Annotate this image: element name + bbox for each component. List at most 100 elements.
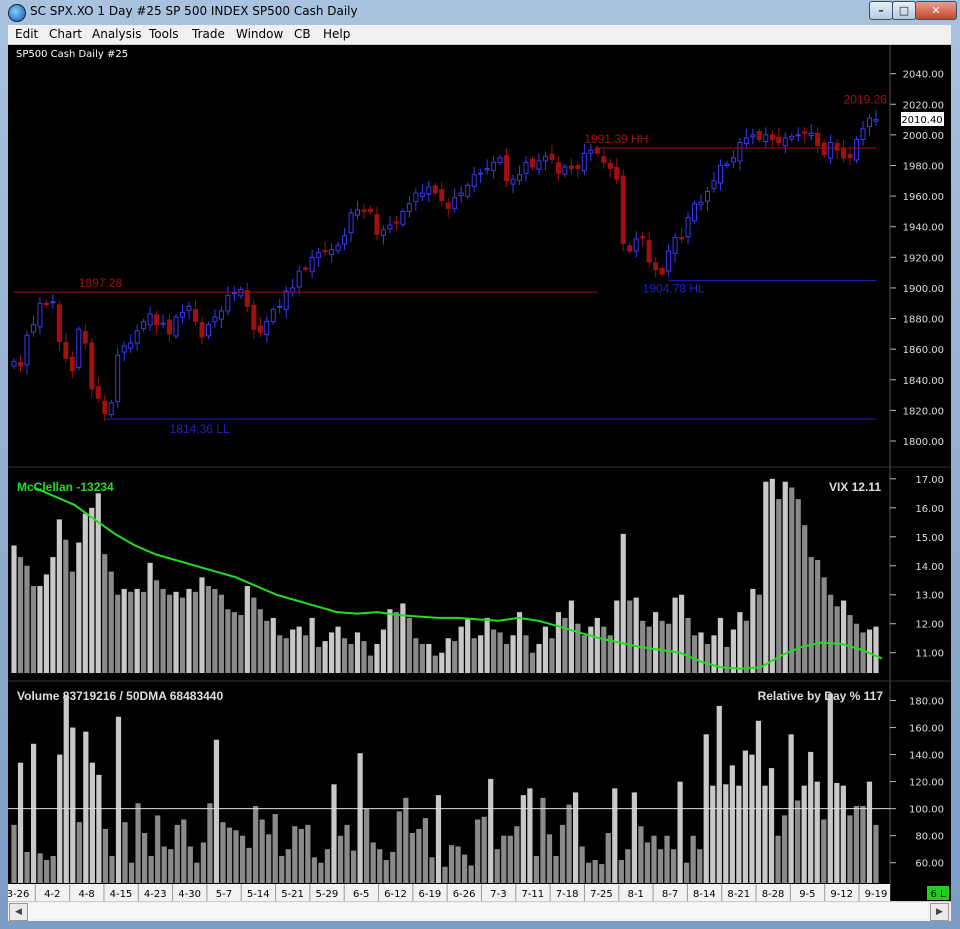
volume-bar	[605, 832, 611, 883]
vix-bar	[102, 554, 108, 673]
vix-bar	[244, 586, 250, 673]
vix-bar	[76, 542, 82, 673]
candle-down	[646, 240, 652, 263]
candle-up	[517, 174, 523, 181]
relative-volume-label: Relative by Day % 117	[758, 689, 884, 703]
candle-down	[614, 166, 620, 180]
date-axis-label: 8-1	[628, 889, 644, 900]
volume-bar	[533, 855, 540, 883]
volume-bar	[357, 753, 363, 883]
minimize-button[interactable]: –	[869, 1, 893, 20]
candle-down	[17, 361, 23, 367]
volume-bar	[194, 862, 200, 883]
candle-up	[277, 305, 283, 308]
menu-cb[interactable]: CB	[294, 27, 311, 41]
candle-down	[776, 136, 782, 144]
title-bar[interactable]: SC SPX.XO 1 Day #25 SP 500 INDEX SP500 C…	[0, 0, 960, 24]
candle-up	[413, 192, 419, 203]
level-annotation: 1904.78 HL	[643, 282, 705, 296]
menu-trade[interactable]: Trade	[192, 27, 225, 41]
volume-bar	[834, 782, 840, 883]
volume-bar	[755, 720, 762, 883]
candle-up	[542, 155, 548, 162]
vix-bar	[309, 617, 315, 673]
volume-axis-label: 180.00	[909, 697, 944, 708]
vix-axis-label: 12.00	[915, 620, 944, 631]
menu-help[interactable]: Help	[323, 27, 350, 41]
volume-bar	[442, 866, 448, 883]
volume-bar	[690, 835, 696, 883]
maximize-button[interactable]: □	[892, 1, 916, 20]
scroll-right-button[interactable]: ▶	[930, 903, 949, 921]
chart-area[interactable]: 2040.00 2020.00 2000.00 1980.00 1960.00 1940.…	[8, 45, 951, 901]
volume-bar	[455, 846, 461, 883]
menu-tools[interactable]: Tools	[149, 27, 179, 41]
candle-up	[426, 186, 432, 195]
vix-bar	[406, 617, 412, 673]
candle-up	[270, 308, 276, 323]
vix-label: VIX 12.11	[829, 480, 881, 494]
menu-edit[interactable]: Edit	[15, 27, 38, 41]
candle-up	[588, 149, 594, 154]
volume-axis-label: 140.00	[909, 751, 944, 762]
chart-canvas[interactable]: 2040.00 2020.00 2000.00 1980.00 1960.00 1940.…	[8, 45, 951, 901]
vix-bar	[128, 591, 134, 673]
candle-down	[251, 304, 257, 330]
candle-up	[795, 134, 801, 137]
date-axis-label: 7-25	[590, 889, 613, 900]
volume-bar	[468, 865, 474, 883]
candle-up	[510, 178, 516, 185]
vix-bar	[588, 626, 594, 673]
candle-up	[180, 311, 186, 318]
vix-bar	[516, 612, 523, 673]
candle-up	[491, 161, 497, 172]
vix-bar	[419, 644, 425, 673]
volume-bar	[644, 842, 651, 883]
volume-bar	[736, 785, 742, 883]
close-button[interactable]: ✕	[915, 1, 957, 20]
horizontal-scrollbar[interactable]: ◀ ▶	[8, 901, 951, 921]
volume-bar	[50, 855, 56, 883]
vix-axis-label: 14.00	[915, 562, 944, 573]
price-axis-label: 1820.00	[903, 406, 944, 417]
candle-down	[167, 319, 173, 335]
candle-down	[841, 148, 847, 159]
volume-bar	[70, 727, 76, 883]
volume-bar	[266, 834, 272, 883]
candle-up	[633, 238, 639, 252]
vix-axis-label: 13.00	[915, 591, 944, 602]
candle-up	[400, 210, 406, 225]
volume-label: Volume 83719216 / 50DMA 68483440	[17, 689, 223, 703]
volume-axis-label: 60.00	[915, 859, 944, 870]
vix-bar	[763, 481, 769, 673]
menu-analysis[interactable]: Analysis	[92, 27, 141, 41]
candle-down	[659, 268, 665, 275]
vix-bar	[601, 626, 607, 673]
scroll-track[interactable]	[28, 903, 928, 919]
candle-down	[102, 400, 108, 414]
volume-axis-label: 120.00	[909, 778, 944, 789]
window-title: SC SPX.XO 1 Day #25 SP 500 INDEX SP500 C…	[30, 4, 358, 18]
price-axis-label: 1960.00	[903, 192, 944, 203]
date-axis-label: 3-26	[8, 889, 29, 900]
volume-bar	[677, 781, 683, 883]
vix-bar	[666, 623, 672, 673]
menu-chart[interactable]: Chart	[49, 27, 82, 41]
candle-up	[380, 229, 386, 236]
volume-bar	[279, 855, 285, 883]
volume-bar	[768, 768, 775, 883]
vix-bar	[503, 644, 510, 673]
candle-down	[192, 309, 198, 323]
candle-up	[536, 160, 542, 170]
volume-bar	[488, 778, 494, 883]
volume-bar	[684, 862, 690, 883]
volume-bar	[762, 785, 768, 883]
vix-bar	[400, 603, 406, 673]
vix-bar	[179, 597, 186, 673]
vix-bar	[426, 644, 432, 673]
vix-axis-label: 16.00	[915, 504, 944, 515]
scroll-left-button[interactable]: ◀	[9, 903, 28, 921]
volume-bar	[259, 819, 265, 883]
vix-bar	[568, 600, 574, 673]
menu-window[interactable]: Window	[236, 27, 283, 41]
